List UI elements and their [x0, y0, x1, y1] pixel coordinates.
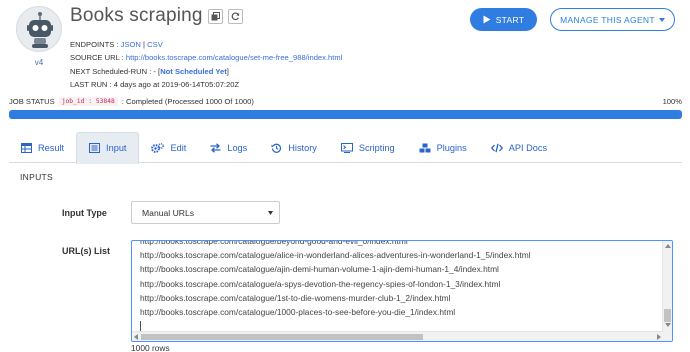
url-line: http://books.toscrape.com/catalogue/alic…	[140, 250, 531, 261]
terminal-icon	[340, 142, 353, 153]
next-run-close: ]	[226, 66, 229, 76]
url-line: http://books.toscrape.com/catalogue/beyo…	[140, 240, 408, 246]
job-status: JOB STATUS job_id : 53848 : Completed (P…	[9, 97, 254, 106]
horizontal-scroll-thumb[interactable]	[141, 334, 423, 340]
tab-result-label: Result	[38, 142, 65, 153]
agent-tabs: Result Input Edit Logs History Scripting…	[9, 132, 682, 164]
job-status-label: JOB STATUS	[9, 97, 55, 106]
endpoint-separator: |	[143, 40, 146, 49]
last-run-line: LAST RUN : 4 days ago at 2019-06-14T05:0…	[70, 80, 240, 90]
tab-plugins-label: Plugins	[436, 142, 467, 153]
endpoints-label: ENDPOINTS :	[70, 40, 119, 49]
tab-logs-label: Logs	[227, 142, 248, 153]
vertical-scroll-thumb[interactable]	[664, 309, 671, 322]
agent-title-row: Books scraping	[70, 5, 243, 27]
start-button-label: START	[495, 14, 525, 25]
job-progress-bar	[9, 110, 682, 119]
refresh-button[interactable]	[227, 8, 243, 24]
inputs-section-title: INPUTS	[20, 172, 53, 182]
endpoints-line: ENDPOINTS : JSON | CSV	[70, 38, 342, 51]
job-progress-percent: 100%	[662, 97, 682, 106]
agent-title: Books scraping	[70, 5, 203, 26]
manage-agent-label: MANAGE THIS AGENT	[560, 14, 655, 25]
url-line: http://books.toscrape.com/catalogue/a-sp…	[140, 278, 501, 289]
url-line: http://books.toscrape.com/catalogue/1st-…	[140, 292, 451, 303]
play-icon	[483, 15, 491, 24]
vertical-scrollbar[interactable]	[662, 241, 672, 341]
tab-result[interactable]: Result	[9, 132, 76, 163]
tab-api-docs[interactable]: API Docs	[479, 132, 559, 163]
next-run-label: NEXT Scheduled-RUN : - [	[70, 66, 161, 76]
source-url-link[interactable]: http://books.toscrape.com/catalogue/set-…	[126, 53, 343, 62]
input-type-select[interactable]: Manual URLs	[131, 201, 280, 224]
job-status-text: : Completed (Processed 1000 Of 1000)	[121, 97, 254, 106]
tab-scripting[interactable]: Scripting	[329, 132, 407, 163]
source-url-label: SOURCE URL :	[70, 53, 124, 63]
tab-input[interactable]: Input	[76, 132, 140, 164]
cubes-icon	[419, 143, 431, 152]
endpoint-csv-link[interactable]: CSV	[147, 40, 163, 49]
horizontal-scrollbar[interactable]	[132, 331, 663, 341]
code-icon	[490, 143, 503, 152]
url-line: http://books.toscrape.com/catalogue/ajin…	[140, 264, 499, 275]
tab-edit-label: Edit	[170, 142, 187, 153]
endpoint-json-link[interactable]: JSON	[121, 40, 141, 49]
input-type-value: Manual URLs	[142, 207, 195, 218]
url-rows-count: 1000 rows	[131, 343, 170, 352]
agent-meta: ENDPOINTS : JSON | CSV SOURCE URL : http…	[70, 38, 342, 92]
next-run-line: NEXT Scheduled-RUN : - [Not Scheduled Ye…	[70, 65, 342, 78]
manage-agent-button[interactable]: MANAGE THIS AGENT	[550, 8, 675, 31]
table-icon	[21, 142, 32, 153]
job-progress-fill	[9, 110, 682, 119]
copy-icon	[211, 11, 220, 20]
exchange-icon	[210, 142, 221, 153]
text-caret	[140, 321, 141, 331]
url-list-textarea[interactable]: http://books.toscrape.com/catalogue/beyo…	[131, 240, 673, 342]
url-list-lines: http://books.toscrape.com/catalogue/beyo…	[140, 240, 531, 319]
url-line: http://books.toscrape.com/catalogue/1000…	[140, 307, 456, 318]
cogs-icon	[151, 142, 165, 153]
tab-edit[interactable]: Edit	[139, 132, 198, 163]
tab-history-label: History	[288, 142, 317, 153]
tab-input-label: Input	[106, 143, 127, 153]
tab-api-docs-label: API Docs	[508, 142, 548, 153]
scroll-down-icon[interactable]	[665, 323, 671, 327]
agent-avatar-block: v4	[16, 6, 62, 67]
next-run-value[interactable]: Not Scheduled Yet	[160, 67, 227, 76]
job-id-badge: job_id : 53848	[58, 97, 118, 106]
refresh-icon	[231, 11, 239, 20]
caret-down-icon	[658, 17, 665, 22]
list-icon	[89, 143, 101, 153]
tab-logs[interactable]: Logs	[198, 132, 259, 163]
tab-plugins[interactable]: Plugins	[407, 132, 479, 163]
url-list-label: URL(s) List	[62, 246, 110, 256]
history-icon	[271, 143, 282, 153]
copy-button[interactable]	[207, 8, 223, 24]
agent-version: v4	[34, 58, 44, 67]
start-button[interactable]: START	[470, 8, 537, 31]
select-caret-icon	[268, 210, 273, 215]
tab-scripting-label: Scripting	[358, 142, 395, 153]
scroll-left-icon[interactable]	[134, 334, 138, 340]
input-type-label: Input Type	[62, 208, 107, 218]
scroll-up-icon[interactable]	[665, 244, 671, 248]
tab-history[interactable]: History	[259, 132, 329, 163]
source-url-line: SOURCE URL : http://books.toscrape.com/c…	[70, 51, 342, 64]
scroll-right-icon[interactable]	[657, 334, 661, 340]
robot-avatar-icon	[16, 6, 62, 52]
